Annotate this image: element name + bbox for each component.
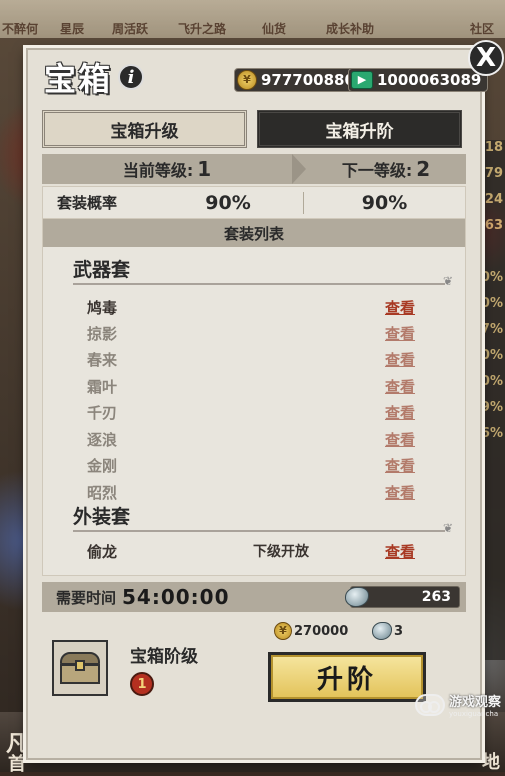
bg-nav-label: 星辰	[60, 22, 85, 36]
set-name: 昭烈	[87, 484, 118, 502]
time-value: 54:00:00	[122, 585, 230, 609]
stone-cost-value: 3	[394, 623, 404, 639]
chest-panel: 宝箱 i ¥ 977700880 ▶ 1000063089 X 宝箱升级 宝箱升…	[26, 40, 504, 760]
set-name: 掠影	[87, 325, 118, 343]
next-level-value: 2	[416, 157, 431, 181]
stone-cost: 3	[372, 622, 403, 640]
ticket-amount: 1000063089	[377, 71, 482, 89]
view-link[interactable]: 查看	[385, 349, 415, 370]
level-bar: 当前等级: 1 下一等级: 2	[42, 154, 466, 184]
weapon-group-title: 武器套	[73, 259, 131, 281]
set-name: 逐浪	[87, 431, 118, 449]
view-link[interactable]: 查看	[385, 297, 415, 318]
bg-nav-label: 仙货	[262, 22, 287, 36]
current-level: 当前等级: 1	[42, 157, 292, 181]
set-name: 霜叶	[87, 378, 118, 396]
current-level-label: 当前等级:	[122, 161, 194, 180]
gold-amount: 977700880	[261, 71, 355, 89]
set-list[interactable]: 武器套 鸠毒 查看 掠影 查看 春来 查看 霜叶 查看 千刃 查看	[43, 247, 465, 575]
view-link[interactable]: 查看	[385, 455, 415, 476]
close-button[interactable]: X	[468, 40, 504, 76]
title-group: 宝箱 i	[44, 54, 145, 100]
tab-bar: 宝箱升级 宝箱升阶	[42, 110, 462, 148]
stone-icon	[345, 587, 369, 607]
ticket-icon: ▶	[351, 71, 373, 89]
view-link[interactable]: 查看	[385, 482, 415, 503]
info-icon[interactable]: i	[118, 64, 145, 90]
gold-coin-icon: ¥	[274, 622, 292, 640]
probability-row: 套装概率 90% 90%	[43, 187, 465, 219]
watermark-subtext: youxiguancha	[448, 710, 499, 718]
ticket-currency: ▶ 1000063089	[348, 68, 489, 92]
watermark-text: 游戏观察	[448, 695, 501, 710]
bg-nav-label: 周活跃	[112, 22, 149, 36]
tab-chest-upgrade[interactable]: 宝箱升级	[42, 110, 247, 148]
list-item: 春来 查看	[87, 349, 427, 373]
level-arrow-icon	[292, 154, 306, 184]
chest-tier-label: 宝箱阶级	[130, 647, 198, 667]
unlock-note: 下级开放	[253, 544, 309, 560]
view-link[interactable]: 查看	[385, 429, 415, 450]
set-name: 金刚	[87, 457, 118, 475]
gold-currency: ¥ 977700880	[234, 68, 362, 92]
gold-cost-value: 270000	[294, 623, 349, 639]
bg-nav-label: 不醉何	[2, 22, 39, 36]
list-item: 千刃 查看	[87, 402, 427, 426]
list-item: 金刚 查看	[87, 455, 427, 479]
bg-nav-label: 成长补助	[326, 22, 375, 36]
set-name: 春来	[87, 351, 118, 369]
background-top-nav: 不醉何 星辰 周活跃 飞升之路 仙货 成长补助 社区	[0, 0, 505, 38]
chest-slot[interactable]	[52, 640, 108, 696]
view-link[interactable]: 查看	[385, 402, 415, 423]
next-level: 下一等级: 2	[306, 157, 466, 181]
list-item: 鸠毒 查看	[87, 297, 427, 321]
bg-nav-label: 社区	[470, 22, 495, 36]
upgrade-section: 宝箱阶级 1 ¥ 270000 3 升阶	[42, 616, 466, 746]
view-link[interactable]: 查看	[385, 323, 415, 344]
group-divider	[73, 274, 453, 288]
advance-button[interactable]: 升阶	[268, 652, 426, 702]
group-divider	[73, 521, 453, 535]
set-name: 偷龙	[87, 543, 118, 561]
watermark: 游戏观察 youxiguancha	[414, 691, 501, 718]
outfit-group-title: 外装套	[73, 506, 131, 528]
stone-icon	[372, 622, 392, 640]
next-level-label: 下一等级:	[341, 161, 413, 180]
time-bar: 需要时间 54:00:00 263	[42, 582, 466, 612]
bg-bottom-glyph: 首	[8, 754, 26, 775]
chest-icon	[60, 652, 100, 684]
set-list-header: 套装列表	[43, 219, 465, 247]
view-link[interactable]: 查看	[385, 376, 415, 397]
probability-current: 90%	[205, 191, 251, 214]
current-level-value: 1	[197, 157, 212, 181]
set-content: 套装概率 90% 90% 套装列表 武器套 鸠毒 查看 掠影 查看 春来 查看 …	[42, 186, 466, 576]
set-name: 鸠毒	[87, 299, 118, 317]
tab-chest-advance[interactable]: 宝箱升阶	[257, 110, 462, 148]
gold-coin-icon: ¥	[237, 70, 257, 90]
tier-badge: 1	[130, 672, 154, 696]
list-item: 昭烈 查看	[87, 482, 427, 506]
panel-title: 宝箱	[44, 60, 113, 98]
list-item: 掠影 查看	[87, 323, 427, 347]
set-name: 千刃	[87, 404, 118, 422]
watermark-logo-icon	[414, 693, 445, 716]
chest-lock	[75, 660, 85, 671]
gold-cost: ¥ 270000	[274, 622, 348, 640]
list-item: 霜叶 查看	[87, 376, 427, 400]
time-label: 需要时间	[56, 588, 117, 607]
panel-header: 宝箱 i ¥ 977700880 ▶ 1000063089 X	[28, 40, 504, 110]
probability-label: 套装概率	[57, 194, 118, 212]
view-link[interactable]: 查看	[385, 541, 415, 562]
bg-bottom-glyph: 地	[482, 752, 500, 773]
stone-currency: 263	[345, 586, 460, 608]
probability-next: 90%	[361, 191, 408, 214]
stone-count: 263	[421, 589, 451, 605]
bg-nav-label: 飞升之路	[178, 22, 227, 36]
list-item: 逐浪 查看	[87, 429, 427, 453]
